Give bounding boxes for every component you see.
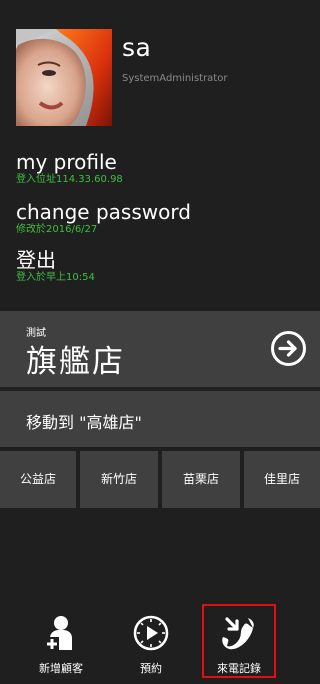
branch-tile[interactable]: 佳里店 xyxy=(244,451,320,508)
move-to-store-label: 移動到 "高雄店" xyxy=(26,413,142,432)
avatar-image xyxy=(16,29,112,126)
menu-item-subtitle: 登入位址114.33.60.98 xyxy=(16,174,123,185)
menu-item-subtitle: 登入於早上10:54 xyxy=(16,272,95,283)
add-user-icon xyxy=(45,616,72,651)
menu-item-title: 登出 xyxy=(16,248,56,272)
branch-tile[interactable]: 新竹店 xyxy=(80,451,158,508)
branch-list: 公益店 新竹店 苗栗店 佳里店 xyxy=(0,451,320,508)
appointment-button[interactable]: 預約 xyxy=(114,604,188,678)
user-role: SystemAdministrator xyxy=(122,73,228,84)
tab-label: 預約 xyxy=(140,662,162,675)
profile-header: sa SystemAdministrator xyxy=(16,29,316,126)
tab-label: 新增顧客 xyxy=(39,662,83,675)
avatar xyxy=(16,29,112,126)
tab-label: 來電記錄 xyxy=(217,662,261,675)
branch-tile[interactable]: 公益店 xyxy=(0,451,76,508)
current-store-card: 測試 旗艦店 xyxy=(0,311,320,387)
menu-item-subtitle: 修改於2016/6/27 xyxy=(16,224,98,235)
menu-item-change-password[interactable]: change password 修改於2016/6/27 xyxy=(16,200,191,236)
call-log-button[interactable]: 來電記錄 xyxy=(202,604,276,678)
incoming-call-icon xyxy=(222,617,254,650)
menu-item-logout[interactable]: 登出 登入於早上10:54 xyxy=(16,248,95,284)
menu-item-title: change password xyxy=(16,200,191,224)
menu-item-my-profile[interactable]: my profile 登入位址114.33.60.98 xyxy=(16,150,123,186)
menu-item-title: my profile xyxy=(16,150,117,174)
username: sa xyxy=(122,33,152,62)
clock-icon xyxy=(133,615,169,651)
bottom-action-bar: 新增顧客 預約 來電記錄 xyxy=(0,598,320,684)
add-customer-button[interactable]: 新增顧客 xyxy=(24,604,98,678)
move-to-store-button[interactable]: 移動到 "高雄店" xyxy=(0,391,320,447)
store-name: 旗艦店 xyxy=(26,344,125,380)
go-arrow-button[interactable] xyxy=(271,331,306,366)
arrow-right-icon xyxy=(278,340,297,357)
branch-tile[interactable]: 苗栗店 xyxy=(162,451,240,508)
